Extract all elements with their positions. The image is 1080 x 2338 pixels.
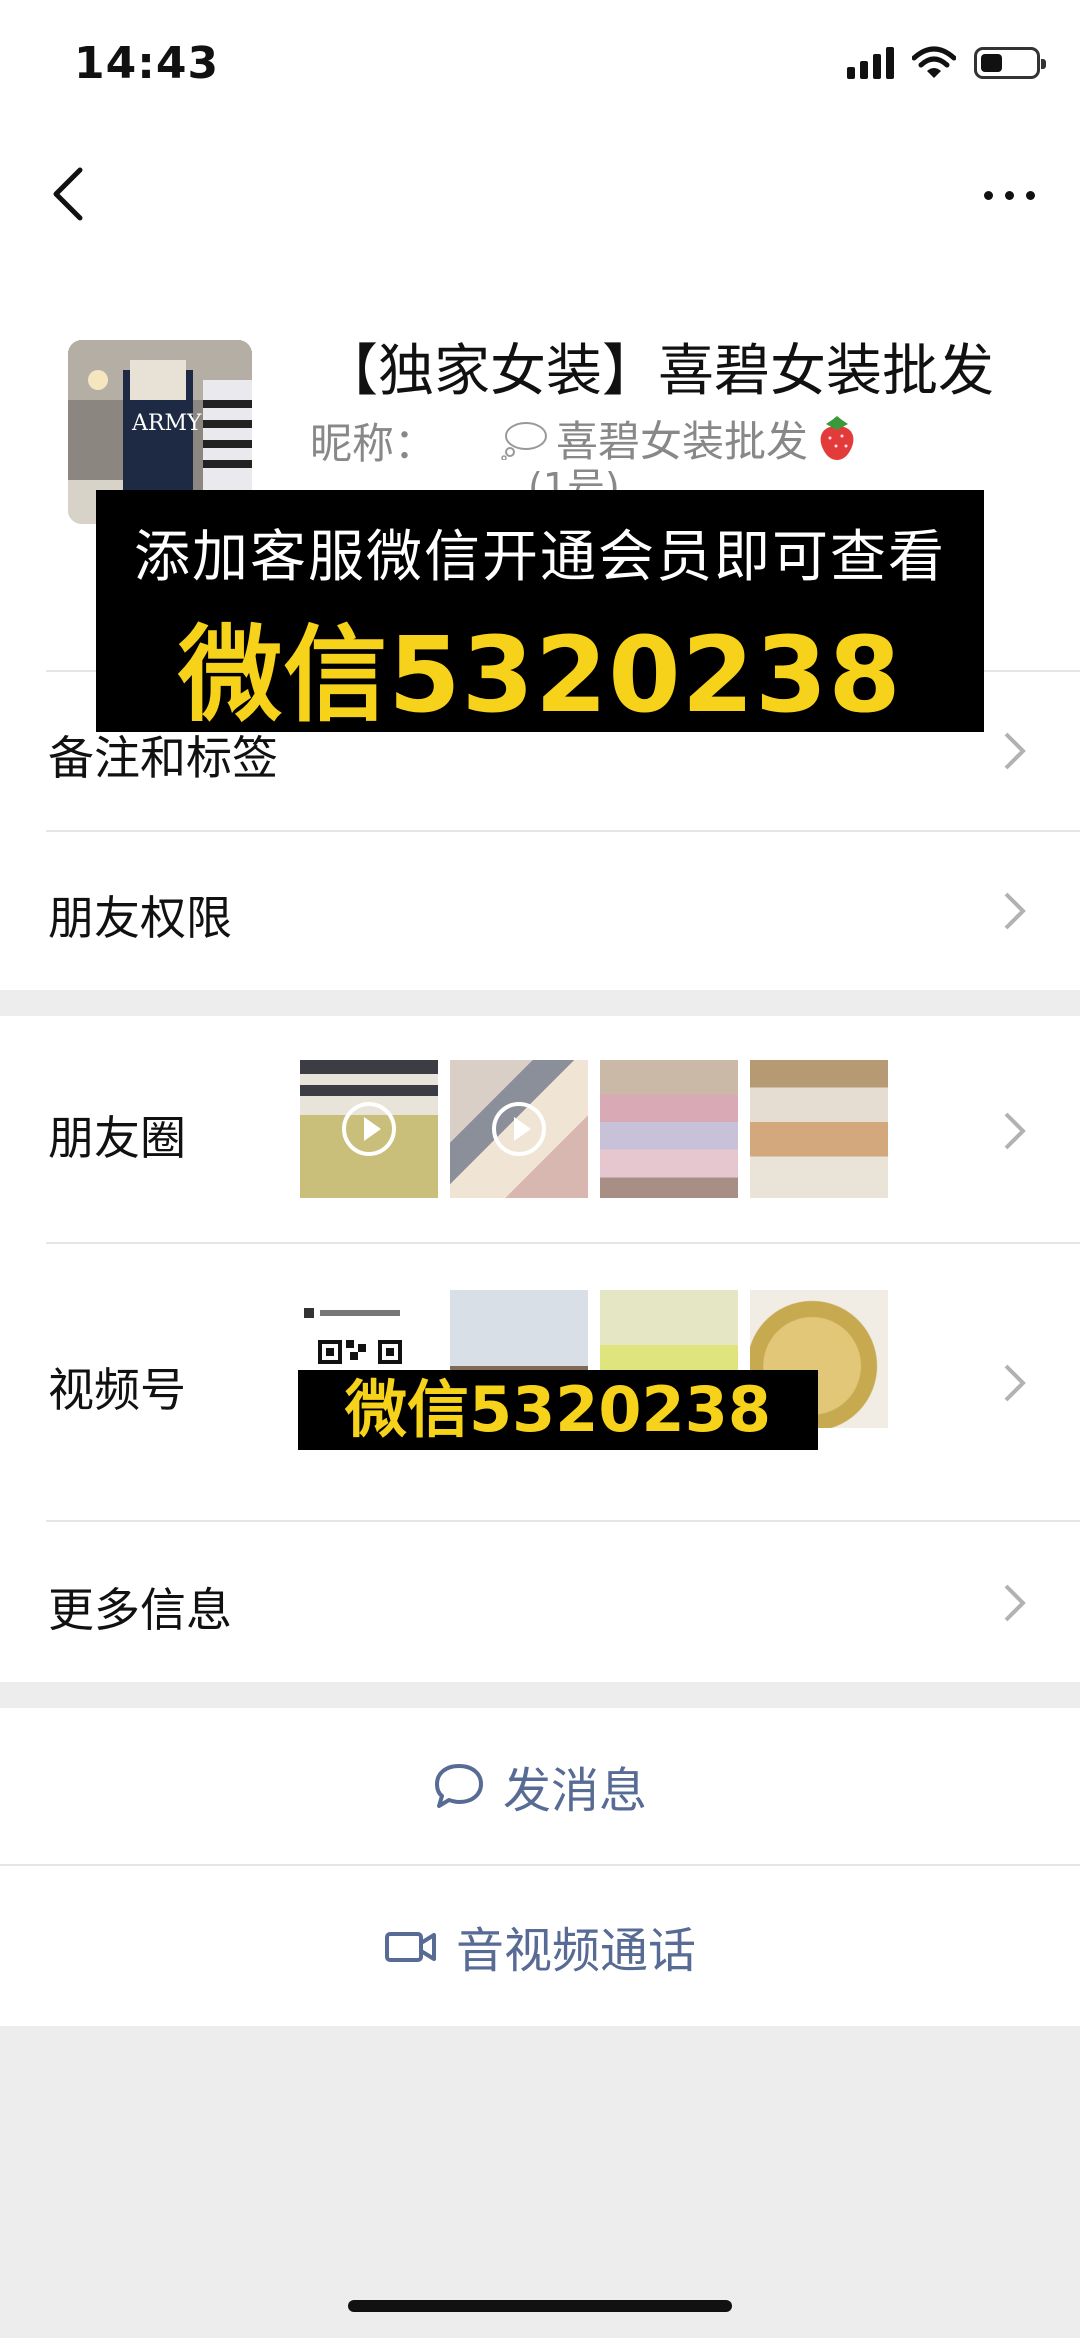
promo-line-2: 微信5320238	[178, 614, 902, 736]
svg-text:ARMY: ARMY	[131, 411, 202, 436]
wifi-icon	[912, 46, 956, 78]
send-message-label: 发消息	[502, 1763, 647, 1819]
battery-icon	[974, 47, 1046, 79]
chevron-right-icon	[1004, 732, 1026, 770]
moments-thumbnail	[450, 1060, 588, 1198]
moments-thumbnail	[750, 1060, 888, 1198]
channels-overlay-text: 微信5320238	[298, 1370, 818, 1450]
moments-thumbnail	[300, 1060, 438, 1198]
chevron-right-icon	[1004, 1584, 1026, 1622]
av-call-label: 音视频通话	[455, 1923, 696, 1979]
home-indicator	[348, 2300, 732, 2312]
play-icon	[492, 1102, 546, 1156]
chevron-right-icon	[1004, 1364, 1026, 1402]
row-permissions-label: 朋友权限	[48, 891, 232, 945]
divider	[0, 1864, 1080, 1866]
profile-name: 【独家女装】喜碧女装批发	[322, 339, 994, 404]
moments-thumbnails	[300, 1060, 888, 1198]
signal-icon	[847, 47, 894, 79]
row-permissions[interactable]: 朋友权限	[0, 830, 1080, 990]
status-time: 14:43	[74, 38, 220, 89]
nickname-label: 昵称：	[310, 419, 437, 468]
play-icon	[342, 1102, 396, 1156]
divider	[46, 830, 1080, 832]
more-options-icon[interactable]	[974, 180, 1044, 210]
row-moments-label: 朋友圈	[48, 1111, 186, 1165]
promo-banner: 添加客服微信开通会员即可查看 微信5320238	[96, 490, 984, 736]
moments-thumbnail	[600, 1060, 738, 1198]
status-bar: 14:43	[0, 0, 1080, 130]
status-icons	[847, 46, 1046, 80]
row-moments[interactable]: 朋友圈	[0, 1016, 1080, 1244]
send-message-button[interactable]: 发消息	[0, 1708, 1080, 1864]
back-arrow-icon[interactable]	[42, 162, 102, 222]
row-more-info-label: 更多信息	[48, 1583, 232, 1637]
row-more-info[interactable]: 更多信息	[0, 1522, 1080, 1682]
strawberry-icon	[820, 415, 854, 460]
nav-bar	[0, 130, 1080, 260]
chevron-right-icon	[1004, 1112, 1026, 1150]
thought-bubble-icon	[501, 421, 547, 460]
promo-line-1: 添加客服微信开通会员即可查看	[134, 525, 946, 590]
chevron-right-icon	[1004, 892, 1026, 930]
av-call-button[interactable]: 音视频通话	[0, 1864, 1080, 2026]
contact-profile-screen: 14:43 ARMY 【独家女装】喜碧女装批发 昵称： 喜碧女装批发 (1号) …	[0, 0, 1080, 2338]
video-camera-icon	[384, 1932, 436, 1962]
row-channels-label: 视频号	[48, 1363, 186, 1417]
chat-bubble-icon	[434, 1764, 483, 1808]
